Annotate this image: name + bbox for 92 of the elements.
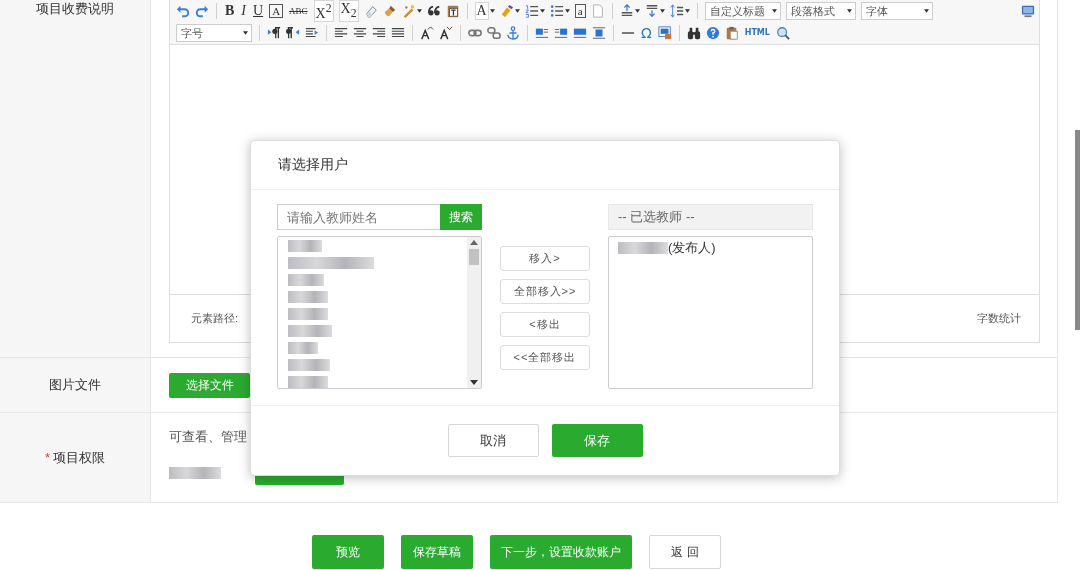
size-up-icon[interactable] <box>420 26 434 40</box>
transfer-button[interactable]: 移入> <box>500 246 590 271</box>
format-button[interactable]: Ω <box>640 25 653 41</box>
format-dropdown[interactable]: 字体 <box>860 2 933 20</box>
dialog-title: 请选择用户 <box>278 156 348 174</box>
quote-icon[interactable] <box>426 4 441 18</box>
highlighter-icon[interactable] <box>499 4 514 18</box>
format-dropdown[interactable]: 段落格式 <box>785 2 856 20</box>
bullet-list-icon[interactable] <box>549 4 564 18</box>
eraser-icon[interactable] <box>363 4 378 18</box>
paste-icon[interactable] <box>724 26 739 40</box>
image-center-icon[interactable] <box>592 26 606 40</box>
redacted-name <box>288 359 330 371</box>
field-label: 项目收费说明 <box>36 0 114 18</box>
selected-header: -- 已选教师 -- <box>608 204 813 230</box>
scrollbar[interactable] <box>1075 130 1080 330</box>
field-label: 项目权限 <box>53 448 106 467</box>
action-button[interactable]: 返 回 <box>649 535 721 569</box>
caret-icon[interactable] <box>416 9 422 13</box>
unlink-icon[interactable] <box>487 26 501 40</box>
numbered-list-icon[interactable] <box>524 4 539 18</box>
redacted-name <box>288 308 328 320</box>
caret-icon[interactable] <box>659 9 665 13</box>
redacted-name <box>618 242 668 254</box>
permission-text: 可查看、管理 <box>169 428 247 446</box>
align-right-icon[interactable] <box>372 26 386 40</box>
redacted-name <box>288 291 328 303</box>
word-count-label: 字数统计 <box>977 311 1021 326</box>
format-button[interactable]: HTML <box>743 25 771 41</box>
cancel-button[interactable]: 取消 <box>447 424 539 457</box>
brush-icon[interactable] <box>382 4 397 18</box>
format-button[interactable]: B <box>224 3 236 19</box>
spacing-bottom-icon[interactable] <box>644 4 659 18</box>
redacted-name <box>169 466 221 479</box>
format-button[interactable]: a <box>574 4 586 18</box>
scroll-thumb[interactable] <box>469 249 479 265</box>
clipboard-icon[interactable] <box>445 4 460 18</box>
spacing-top-icon[interactable] <box>619 4 634 18</box>
transfer-button[interactable]: <<全部移出 <box>500 345 590 370</box>
format-button[interactable]: X$^{2}$ <box>313 0 334 23</box>
format-button[interactable]: A <box>269 4 284 18</box>
redacted-name <box>288 274 324 286</box>
caret-icon[interactable] <box>243 31 248 35</box>
field-label: 图片文件 <box>49 376 101 394</box>
format-button[interactable]: ABC <box>288 3 309 19</box>
redo-icon[interactable] <box>195 4 209 18</box>
image-left-icon[interactable] <box>535 26 549 40</box>
caret-icon[interactable] <box>684 9 690 13</box>
image-right-icon[interactable] <box>554 26 568 40</box>
search-field[interactable]: 请输入教师姓名 <box>277 204 440 230</box>
anchor-icon[interactable] <box>506 26 520 40</box>
format-button[interactable]: X$_{2}$ <box>338 0 359 23</box>
caret-icon[interactable] <box>846 9 852 13</box>
role-tag: (发布人) <box>668 239 716 257</box>
help-icon[interactable] <box>705 26 720 40</box>
align-center-icon[interactable] <box>353 26 367 40</box>
caret-icon[interactable] <box>564 9 570 13</box>
image-full-icon[interactable] <box>573 26 587 40</box>
align-justify-icon[interactable] <box>391 26 405 40</box>
redacted-name <box>288 342 318 354</box>
format-button[interactable]: U <box>252 3 265 19</box>
caret-icon[interactable] <box>634 9 640 13</box>
redacted-name <box>288 325 332 337</box>
transfer-button[interactable]: 全部移入>> <box>500 279 590 304</box>
scrollbar[interactable] <box>467 237 481 388</box>
caret-icon[interactable] <box>489 9 495 13</box>
caret-icon[interactable] <box>514 9 520 13</box>
format-button[interactable]: I <box>240 3 247 19</box>
scroll-up-icon[interactable] <box>470 240 478 245</box>
required-mark: * <box>44 450 51 465</box>
caret-icon[interactable] <box>923 9 929 13</box>
image-insert-icon[interactable] <box>657 26 672 40</box>
align-left-icon[interactable] <box>334 26 348 40</box>
caret-icon[interactable] <box>539 9 545 13</box>
redacted-name <box>288 240 322 252</box>
undo-icon[interactable] <box>176 4 190 18</box>
caret-icon[interactable] <box>771 9 777 13</box>
redacted-name <box>288 376 328 388</box>
fullscreen-icon[interactable] <box>1021 4 1035 18</box>
preview-icon[interactable] <box>775 26 790 40</box>
format-dropdown[interactable]: 自定义标题 <box>704 2 781 20</box>
element-path-label: 元素路径: <box>191 311 239 326</box>
size-down-icon[interactable] <box>439 26 453 40</box>
text-direction-right-icon[interactable] <box>267 26 281 40</box>
text-direction-left-icon[interactable] <box>286 26 300 40</box>
line-height-icon[interactable] <box>669 4 684 18</box>
format-button[interactable]: A <box>474 2 489 20</box>
binoculars-icon[interactable] <box>686 26 701 40</box>
indent-icon[interactable] <box>305 26 319 40</box>
font-size-dropdown[interactable]: 字号 <box>176 24 252 42</box>
transfer-button[interactable]: <移出 <box>500 312 590 337</box>
scroll-down-icon[interactable] <box>470 380 478 385</box>
